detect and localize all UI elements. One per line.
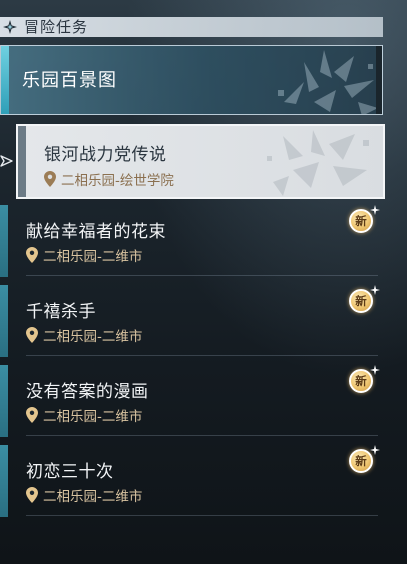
quest-accent-bar: [0, 205, 8, 277]
category-endcap: [376, 46, 382, 114]
divider: [26, 275, 378, 276]
category-accent-bar: [1, 46, 9, 114]
location-pin-icon: [26, 487, 38, 503]
new-badge: 新: [346, 205, 380, 235]
location-pin-icon: [26, 247, 38, 263]
divider: [26, 355, 378, 356]
new-badge: 新: [346, 445, 380, 475]
section-title: 冒险任务: [24, 18, 89, 36]
quest-location: 二相乐园-二维市: [26, 326, 143, 345]
quest-location-text: 二相乐园-二维市: [43, 489, 143, 505]
quest-title: 初恋三十次: [26, 462, 114, 482]
quest-location-text: 二相乐园-二维市: [43, 329, 143, 345]
sparkle-icon: [370, 365, 380, 375]
quest-item[interactable]: 千禧杀手 二相乐园-二维市 新: [0, 285, 380, 357]
category-label: 乐园百景图: [22, 70, 117, 91]
location-pin-icon: [26, 407, 38, 423]
sparkle-icon: [370, 285, 380, 295]
quest-location: 二相乐园-二维市: [26, 406, 143, 425]
quest-item-selected[interactable]: 银河战力党传说 二相乐园-绘世学院: [16, 124, 385, 199]
quest-title: 千禧杀手: [26, 302, 96, 322]
new-badge: 新: [346, 365, 380, 395]
quest-accent-bar: [0, 285, 8, 357]
new-badge: 新: [346, 285, 380, 315]
divider: [26, 435, 378, 436]
quest-location-text: 二相乐园-二维市: [43, 249, 143, 265]
section-header: 冒险任务: [0, 17, 383, 37]
diamond-star-icon: [3, 20, 17, 34]
quest-title: 银河战力党传说: [44, 145, 167, 165]
selection-arrow-icon: [0, 155, 13, 167]
quest-location: 二相乐园-绘世学院: [44, 170, 174, 189]
quest-accent-bar: [0, 365, 8, 437]
sparkle-icon: [370, 445, 380, 455]
quest-item[interactable]: 献给幸福者的花束 二相乐园-二维市 新: [0, 205, 380, 277]
quest-item[interactable]: 没有答案的漫画 二相乐园-二维市 新: [0, 365, 380, 437]
quest-item[interactable]: 初恋三十次 二相乐园-二维市 新: [0, 445, 380, 517]
sparkle-icon: [370, 205, 380, 215]
quest-title: 没有答案的漫画: [26, 382, 149, 402]
quest-location-text: 二相乐园-绘世学院: [61, 173, 174, 189]
category-emblem-icon: [278, 50, 378, 114]
quest-title: 献给幸福者的花束: [26, 222, 166, 242]
quest-location: 二相乐园-二维市: [26, 486, 143, 505]
quest-location: 二相乐园-二维市: [26, 246, 143, 265]
quest-accent-bar: [0, 445, 8, 517]
divider: [26, 515, 378, 516]
selected-emblem-icon: [267, 130, 369, 196]
location-pin-icon: [26, 327, 38, 343]
selected-accent-bar: [18, 126, 26, 197]
location-pin-icon: [44, 171, 56, 187]
quest-location-text: 二相乐园-二维市: [43, 409, 143, 425]
category-tab[interactable]: 乐园百景图: [0, 45, 383, 115]
